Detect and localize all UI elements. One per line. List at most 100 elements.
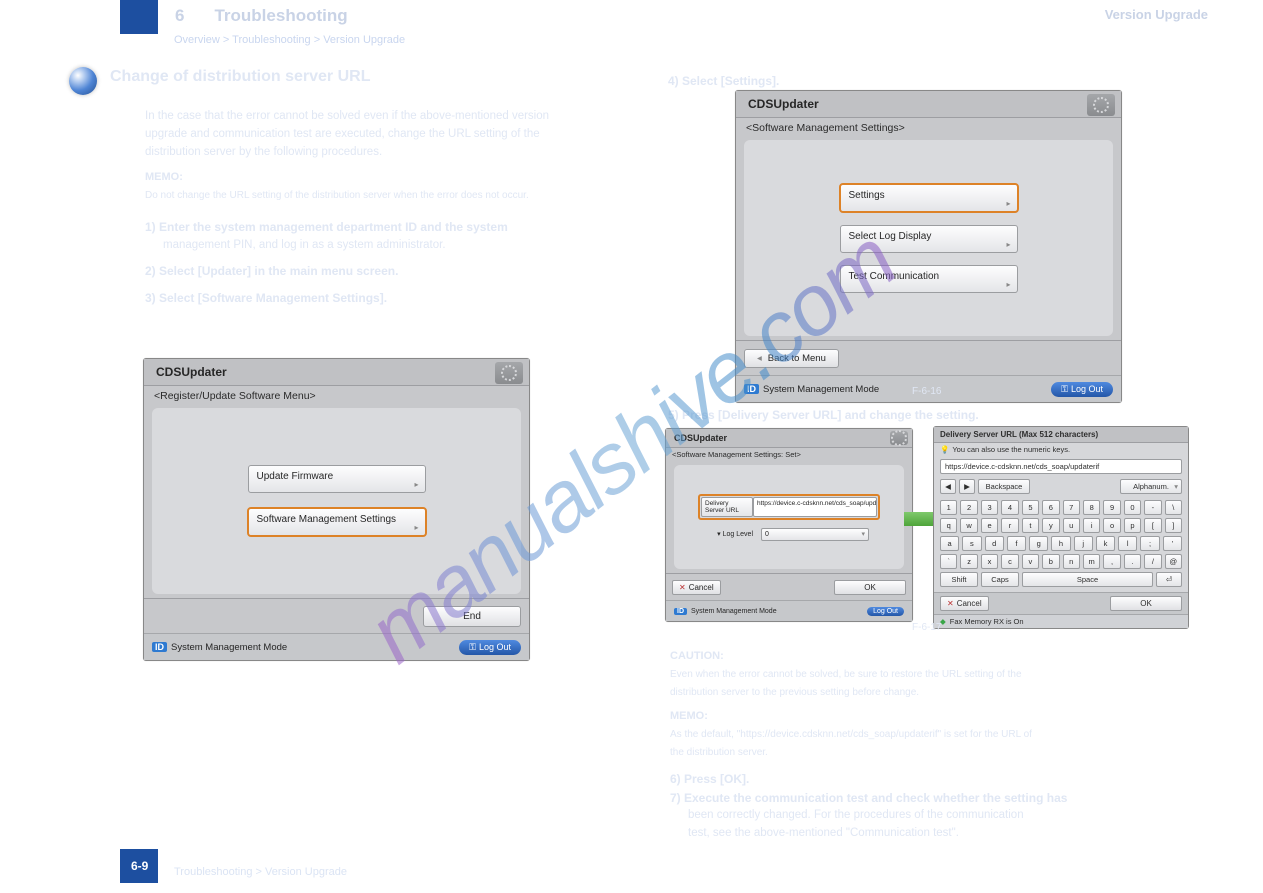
settings-button[interactable]: Settings ▸: [839, 183, 1019, 213]
backspace-button[interactable]: Backspace: [978, 479, 1030, 494]
test-communication-button[interactable]: Test Communication ▸: [840, 265, 1018, 293]
gear-icon[interactable]: [1087, 94, 1115, 116]
delivery-server-url-input[interactable]: https://device.c-cdsknn.net/cds_soap/upd: [753, 497, 877, 517]
key-button[interactable]: ': [1163, 536, 1182, 551]
arrow-left-button[interactable]: ◀: [940, 479, 956, 494]
key-button[interactable]: h: [1051, 536, 1070, 551]
key-button[interactable]: ,: [1103, 554, 1120, 569]
key-button[interactable]: l: [1118, 536, 1137, 551]
key-icon: ⚿: [1061, 384, 1068, 395]
software-management-settings-button[interactable]: Software Management Settings ▸: [247, 507, 427, 537]
key-button[interactable]: 4: [1001, 500, 1018, 515]
key-button[interactable]: z: [960, 554, 977, 569]
space-button[interactable]: Space: [1022, 572, 1153, 587]
key-button[interactable]: @: [1165, 554, 1182, 569]
key-button[interactable]: u: [1063, 518, 1080, 533]
caution-text: distribution server to the previous sett…: [670, 685, 1150, 701]
key-button[interactable]: s: [962, 536, 981, 551]
gear-icon[interactable]: [495, 362, 523, 384]
logout-button[interactable]: ⚿ Log Out: [1051, 382, 1113, 397]
shift-button[interactable]: Shift: [940, 572, 978, 587]
step-text: 2) Select [Updater] in the main menu scr…: [145, 262, 605, 281]
cancel-button[interactable]: ✕ Cancel: [940, 596, 989, 611]
key-button[interactable]: t: [1022, 518, 1039, 533]
key-button[interactable]: j: [1074, 536, 1093, 551]
close-icon: ✕: [679, 583, 686, 592]
key-button[interactable]: g: [1029, 536, 1048, 551]
key-button[interactable]: q: [940, 518, 957, 533]
key-button[interactable]: f: [1007, 536, 1026, 551]
key-button[interactable]: e: [981, 518, 998, 533]
key-button[interactable]: .: [1124, 554, 1141, 569]
arrow-right-button[interactable]: ▶: [959, 479, 975, 494]
select-log-display-button[interactable]: Select Log Display ▸: [840, 225, 1018, 253]
entry-mode-select[interactable]: Alphanum.: [1120, 479, 1182, 494]
key-button[interactable]: d: [985, 536, 1004, 551]
key-icon: ⚿: [469, 642, 476, 653]
key-button[interactable]: b: [1042, 554, 1059, 569]
chevron-right-icon: ▸: [1006, 199, 1010, 208]
step-text: 6) Press [OK].: [670, 770, 1150, 789]
key-button[interactable]: -: [1144, 500, 1161, 515]
chevron-right-icon: ▸: [1006, 240, 1010, 249]
key-button[interactable]: 0: [1124, 500, 1141, 515]
key-button[interactable]: v: [1022, 554, 1039, 569]
key-button[interactable]: 3: [981, 500, 998, 515]
key-button[interactable]: n: [1063, 554, 1080, 569]
mode-label: System Management Mode: [171, 642, 287, 653]
key-button[interactable]: x: [981, 554, 998, 569]
logout-button[interactable]: ⚿ Log Out: [459, 640, 521, 655]
key-button[interactable]: a: [940, 536, 959, 551]
key-button[interactable]: ;: [1140, 536, 1159, 551]
step-text: 3) Select [Software Management Settings]…: [145, 289, 605, 308]
delivery-server-url-label[interactable]: Delivery Server URL: [701, 497, 753, 517]
key-button[interactable]: \: [1165, 500, 1182, 515]
mode-label: System Management Mode: [763, 384, 879, 395]
screen-subtitle: <Register/Update Software Menu>: [144, 386, 529, 404]
key-button[interactable]: p: [1124, 518, 1141, 533]
right-column: CAUTION: Even when the error cannot be s…: [670, 640, 1150, 843]
key-button[interactable]: 7: [1063, 500, 1080, 515]
step-text: management PIN, and log in as a system a…: [145, 237, 605, 255]
screen-subtitle: <Software Management Settings>: [736, 118, 1121, 136]
end-button[interactable]: End: [423, 606, 521, 627]
key-button[interactable]: m: [1083, 554, 1100, 569]
key-button[interactable]: i: [1083, 518, 1100, 533]
caps-button[interactable]: Caps: [981, 572, 1019, 587]
key-button[interactable]: 2: [960, 500, 977, 515]
key-button[interactable]: 6: [1042, 500, 1059, 515]
key-button[interactable]: 1: [940, 500, 957, 515]
key-button[interactable]: o: [1103, 518, 1120, 533]
key-button[interactable]: r: [1001, 518, 1018, 533]
step-text: 7) Execute the communication test and ch…: [670, 789, 1150, 808]
cancel-button[interactable]: ✕ Cancel: [672, 580, 721, 595]
id-badge: ID: [744, 384, 759, 394]
key-button[interactable]: 5: [1022, 500, 1039, 515]
ok-button[interactable]: OK: [1110, 596, 1182, 611]
back-to-menu-button[interactable]: ◂ Back to Menu: [744, 349, 839, 368]
update-firmware-button[interactable]: Update Firmware ▸: [248, 465, 426, 493]
memo-text: As the default, "https://device.cdsknn.n…: [670, 727, 1150, 743]
log-level-select[interactable]: 0: [761, 528, 869, 541]
key-button[interactable]: w: [960, 518, 977, 533]
enter-button[interactable]: ⏎: [1156, 572, 1182, 587]
key-button[interactable]: 8: [1083, 500, 1100, 515]
key-button[interactable]: [: [1144, 518, 1161, 533]
key-button[interactable]: 9: [1103, 500, 1120, 515]
step-text: been correctly changed. For the procedur…: [670, 807, 1150, 825]
paragraph: upgrade and communication test are execu…: [145, 126, 605, 144]
sphere-bullet-icon: [69, 67, 97, 95]
logout-button[interactable]: Log Out: [867, 607, 904, 616]
key-button[interactable]: `: [940, 554, 957, 569]
gear-icon[interactable]: [890, 431, 908, 445]
key-button[interactable]: c: [1001, 554, 1018, 569]
keyboard-hint: 💡 You can also use the numeric keys.: [934, 443, 1188, 456]
key-button[interactable]: k: [1096, 536, 1115, 551]
ok-button[interactable]: OK: [834, 580, 906, 595]
url-text-input[interactable]: https://device.c-cdsknn.net/cds_soap/upd…: [940, 459, 1182, 474]
chevron-right-icon: ▸: [414, 523, 418, 532]
key-button[interactable]: y: [1042, 518, 1059, 533]
key-button[interactable]: ]: [1165, 518, 1182, 533]
key-button[interactable]: /: [1144, 554, 1161, 569]
keyboard-grid: 1234567890-\ qwertyuiop[] asdfghjkl; ' `z…: [934, 498, 1188, 592]
